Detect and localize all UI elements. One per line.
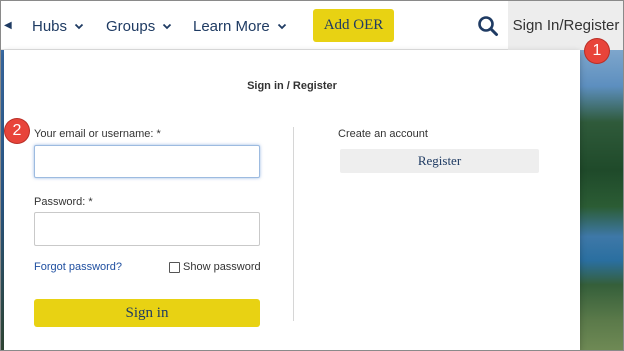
nav-hubs-label: Hubs xyxy=(32,17,68,35)
vertical-divider xyxy=(293,127,294,321)
left-caret-icon: ◀ xyxy=(4,20,12,31)
password-field[interactable] xyxy=(34,212,260,246)
signin-dropdown-panel: Sign in / Register Your email or usernam… xyxy=(4,50,580,351)
email-field[interactable] xyxy=(34,145,260,178)
show-password-checkbox[interactable] xyxy=(169,261,180,273)
register-button[interactable]: Register xyxy=(340,149,539,173)
panel-title: Sign in / Register xyxy=(247,80,337,92)
nav-groups-label: Groups xyxy=(106,17,156,35)
show-password-label: Show password xyxy=(183,261,261,273)
chevron-down-icon xyxy=(163,23,172,30)
add-oer-button[interactable]: Add OER xyxy=(313,9,394,42)
chevron-down-icon xyxy=(74,23,84,30)
signin-button[interactable]: Sign in xyxy=(34,299,260,327)
forgot-password-link[interactable]: Forgot password? xyxy=(34,261,122,273)
nav-learn-more-label: Learn More xyxy=(193,17,270,35)
top-navigation-bar: ◀ Hubs Groups Learn More Add OER Sign In… xyxy=(0,0,624,50)
callout-badge-2: 2 xyxy=(5,119,29,143)
nav-learn-more[interactable]: Learn More xyxy=(193,16,288,36)
background-photo xyxy=(580,50,624,351)
nav-hubs[interactable]: Hubs xyxy=(32,16,85,36)
create-account-label: Create an account xyxy=(338,128,428,140)
callout-badge-1: 1 xyxy=(585,39,609,63)
nav-groups[interactable]: Groups xyxy=(106,16,173,36)
search-icon[interactable] xyxy=(476,14,500,38)
chevron-down-icon xyxy=(277,23,286,30)
signin-register-tab[interactable]: Sign In/Register xyxy=(508,0,624,50)
show-password-toggle[interactable]: Show password xyxy=(169,261,261,273)
email-label: Your email or username: * xyxy=(34,128,161,140)
password-label: Password: * xyxy=(34,196,93,208)
